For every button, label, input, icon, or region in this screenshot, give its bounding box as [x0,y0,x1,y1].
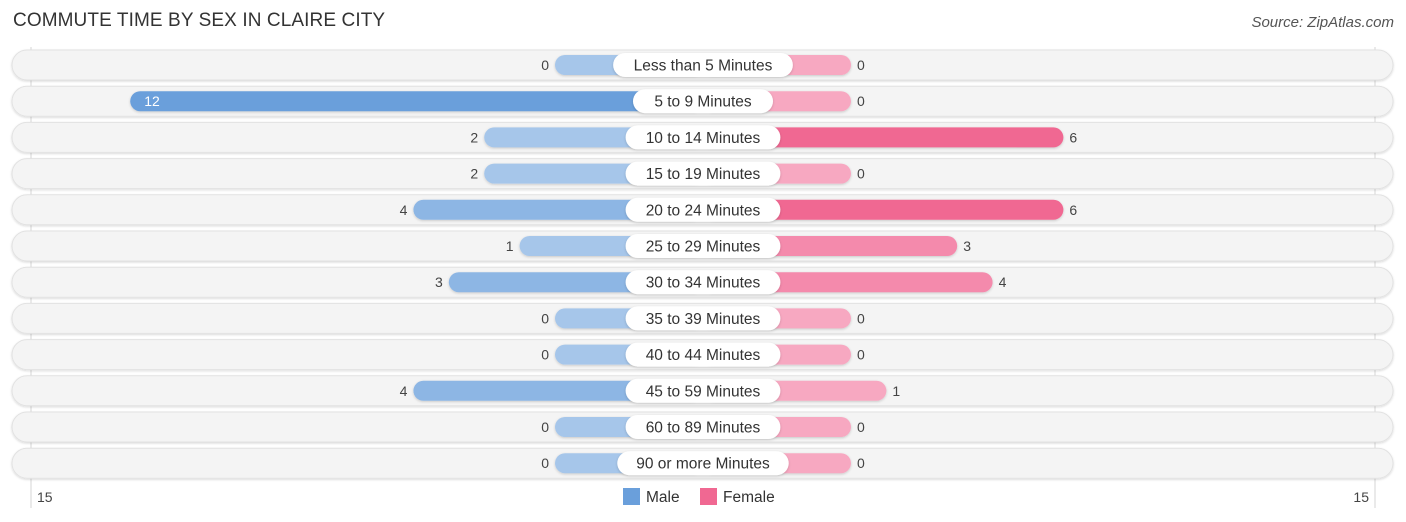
value-label-male: 0 [541,347,549,363]
bar-rows: Less than 5 Minutes0 05 to 9 Minutes12 010… [11,49,1394,479]
category-label: 40 to 44 Minutes [646,347,761,364]
value-label-female: 0 [857,166,865,182]
value-label-male: 3 [435,274,443,290]
value-label-male: 0 [541,310,549,326]
legend-label-female[interactable]: Female [723,489,775,506]
value-label-male: 0 [541,455,549,471]
axis-label-left: 15 [37,489,53,505]
value-label-female: 0 [857,347,865,363]
category-row: Less than 5 Minutes 0 0 [11,49,1394,81]
value-label-female: 0 [857,419,865,435]
value-label-female: 1 [892,383,900,399]
value-label-female: 6 [1069,202,1077,218]
category-row: 90 or more Minutes 0 0 [11,447,1394,479]
value-label-female: 0 [857,57,865,73]
category-label: 10 to 14 Minutes [646,130,761,147]
category-label: 60 to 89 Minutes [646,420,761,437]
category-label: 20 to 24 Minutes [646,202,761,219]
category-label: 90 or more Minutes [636,456,770,473]
category-row: 10 to 14 Minutes 2 6 [11,121,1394,153]
value-label-male: 4 [400,383,408,399]
category-row: 45 to 59 Minutes 4 1 [11,375,1394,407]
value-label-female: 3 [963,238,971,254]
category-label: 15 to 19 Minutes [646,166,761,183]
category-label: Less than 5 Minutes [634,58,773,75]
legend-swatch-male [623,488,640,505]
value-label-male: 1 [506,238,514,254]
category-label: 5 to 9 Minutes [654,94,752,111]
category-row: 40 to 44 Minutes 0 0 [11,339,1394,371]
category-row: 5 to 9 Minutes 12 0 [11,85,1394,117]
value-label-female: 0 [857,93,865,109]
value-label-male: 4 [400,202,408,218]
category-row: 25 to 29 Minutes 1 3 [11,230,1394,262]
category-row: 30 to 34 Minutes 3 4 [11,266,1394,298]
value-label-male: 12 [144,93,160,109]
legend-label-male[interactable]: Male [646,489,680,506]
category-label: 25 to 29 Minutes [646,239,761,256]
value-label-female: 4 [999,274,1007,290]
legend: Male Female [623,488,775,506]
value-label-female: 6 [1069,129,1077,145]
chart-canvas: Less than 5 Minutes0 05 to 9 Minutes12 010… [11,47,1394,508]
value-label-female: 0 [857,455,865,471]
value-label-male: 2 [470,166,478,182]
category-row: 60 to 89 Minutes 0 0 [11,411,1394,443]
bar-male[interactable] [130,91,703,112]
category-label: 30 to 34 Minutes [646,275,761,292]
category-label: 45 to 59 Minutes [646,383,761,400]
legend-swatch-female [700,488,717,505]
category-row: 20 to 24 Minutes 4 6 [11,194,1394,226]
axis-label-right: 15 [1353,489,1369,505]
value-label-female: 0 [857,310,865,326]
category-label: 35 to 39 Minutes [646,311,761,328]
value-label-male: 0 [541,57,549,73]
value-label-male: 2 [470,129,478,145]
category-row: 15 to 19 Minutes 2 0 [11,158,1394,190]
category-row: 35 to 39 Minutes 0 0 [11,302,1394,334]
value-label-male: 0 [541,419,549,435]
